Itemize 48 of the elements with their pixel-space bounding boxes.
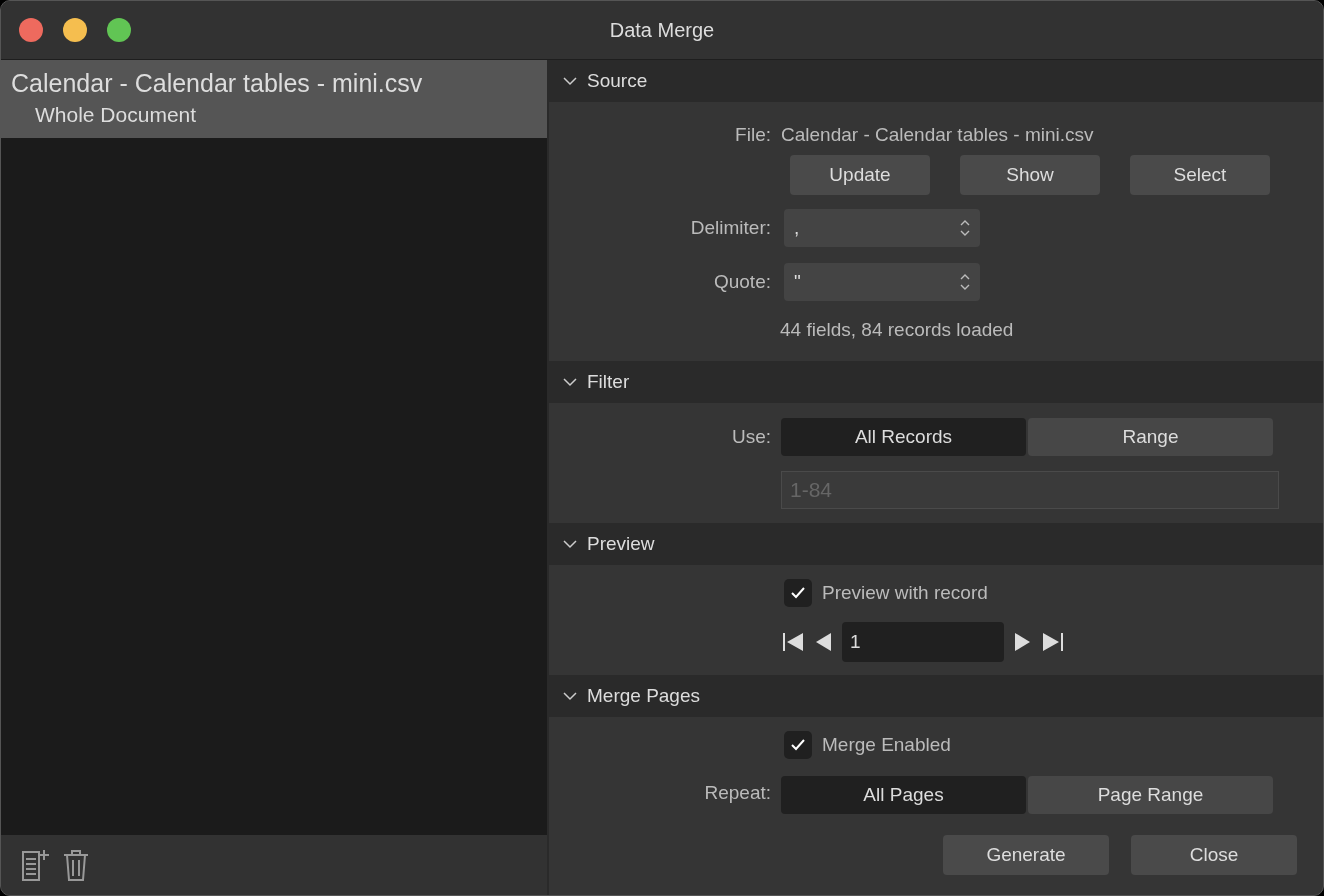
checkbox-label: Merge Enabled: [822, 734, 951, 756]
field-label: Quote:: [712, 271, 771, 293]
segment-option[interactable]: Range: [1028, 418, 1273, 456]
trash-icon[interactable]: [63, 848, 89, 882]
segment-option[interactable]: All Pages: [781, 776, 1026, 814]
item-label: Calendar - Calendar tables - mini.csv: [10, 68, 424, 99]
checkmark-icon: [790, 586, 806, 600]
field-label: Repeat:: [703, 781, 771, 804]
add-document-icon[interactable]: [21, 848, 51, 882]
dialog-button[interactable]: Close: [1131, 835, 1297, 875]
segment-option[interactable]: All Records: [781, 418, 1026, 456]
section-header[interactable]: Filter: [549, 361, 1323, 403]
first-record-icon[interactable]: [782, 631, 804, 653]
status-text: 44 fields, 84 records loaded: [780, 319, 1014, 341]
checkbox[interactable]: [784, 731, 812, 759]
chevron-icon[interactable]: [563, 691, 577, 701]
dropdown-field[interactable]: ": [784, 263, 980, 301]
record-field[interactable]: 1: [842, 622, 1004, 662]
sidebar-item[interactable]: Calendar - Calendar tables - mini.csv Whole Document: [1, 60, 547, 138]
zoom-window-icon[interactable]: [107, 18, 131, 42]
checkmark-icon: [790, 738, 806, 752]
checkbox-label: Preview with record: [822, 582, 988, 604]
last-record-icon[interactable]: [1042, 631, 1064, 653]
window-title: Data Merge: [609, 18, 715, 42]
source-button[interactable]: Update: [790, 155, 930, 195]
checkbox[interactable]: [784, 579, 812, 607]
stepper-icon[interactable]: [960, 218, 970, 238]
field-label: Use:: [730, 426, 771, 448]
stepper-icon[interactable]: [960, 272, 970, 292]
chevron-icon[interactable]: [563, 377, 577, 387]
section-header[interactable]: Source: [549, 60, 1323, 102]
dropdown-field[interactable]: ,: [784, 209, 980, 247]
minimize-window-icon[interactable]: [63, 18, 87, 42]
sub-item-label[interactable]: Whole Document: [1, 100, 547, 130]
section-header[interactable]: Preview: [549, 523, 1323, 565]
next-record-icon[interactable]: [1014, 631, 1032, 653]
section-header[interactable]: Merge Pages: [549, 675, 1323, 717]
source-button[interactable]: Select: [1130, 155, 1270, 195]
previous-record-icon[interactable]: [814, 631, 832, 653]
segment-option[interactable]: Page Range: [1028, 776, 1273, 814]
close-window-icon[interactable]: [19, 18, 43, 42]
field-label: File:: [734, 124, 771, 146]
chevron-icon[interactable]: [563, 539, 577, 549]
chevron-icon[interactable]: [563, 76, 577, 86]
source-button[interactable]: Show: [960, 155, 1100, 195]
dialog-button[interactable]: Generate: [943, 835, 1109, 875]
field-label: Delimiter:: [689, 217, 771, 239]
file-name: Calendar - Calendar tables - mini.csv: [781, 124, 1094, 146]
